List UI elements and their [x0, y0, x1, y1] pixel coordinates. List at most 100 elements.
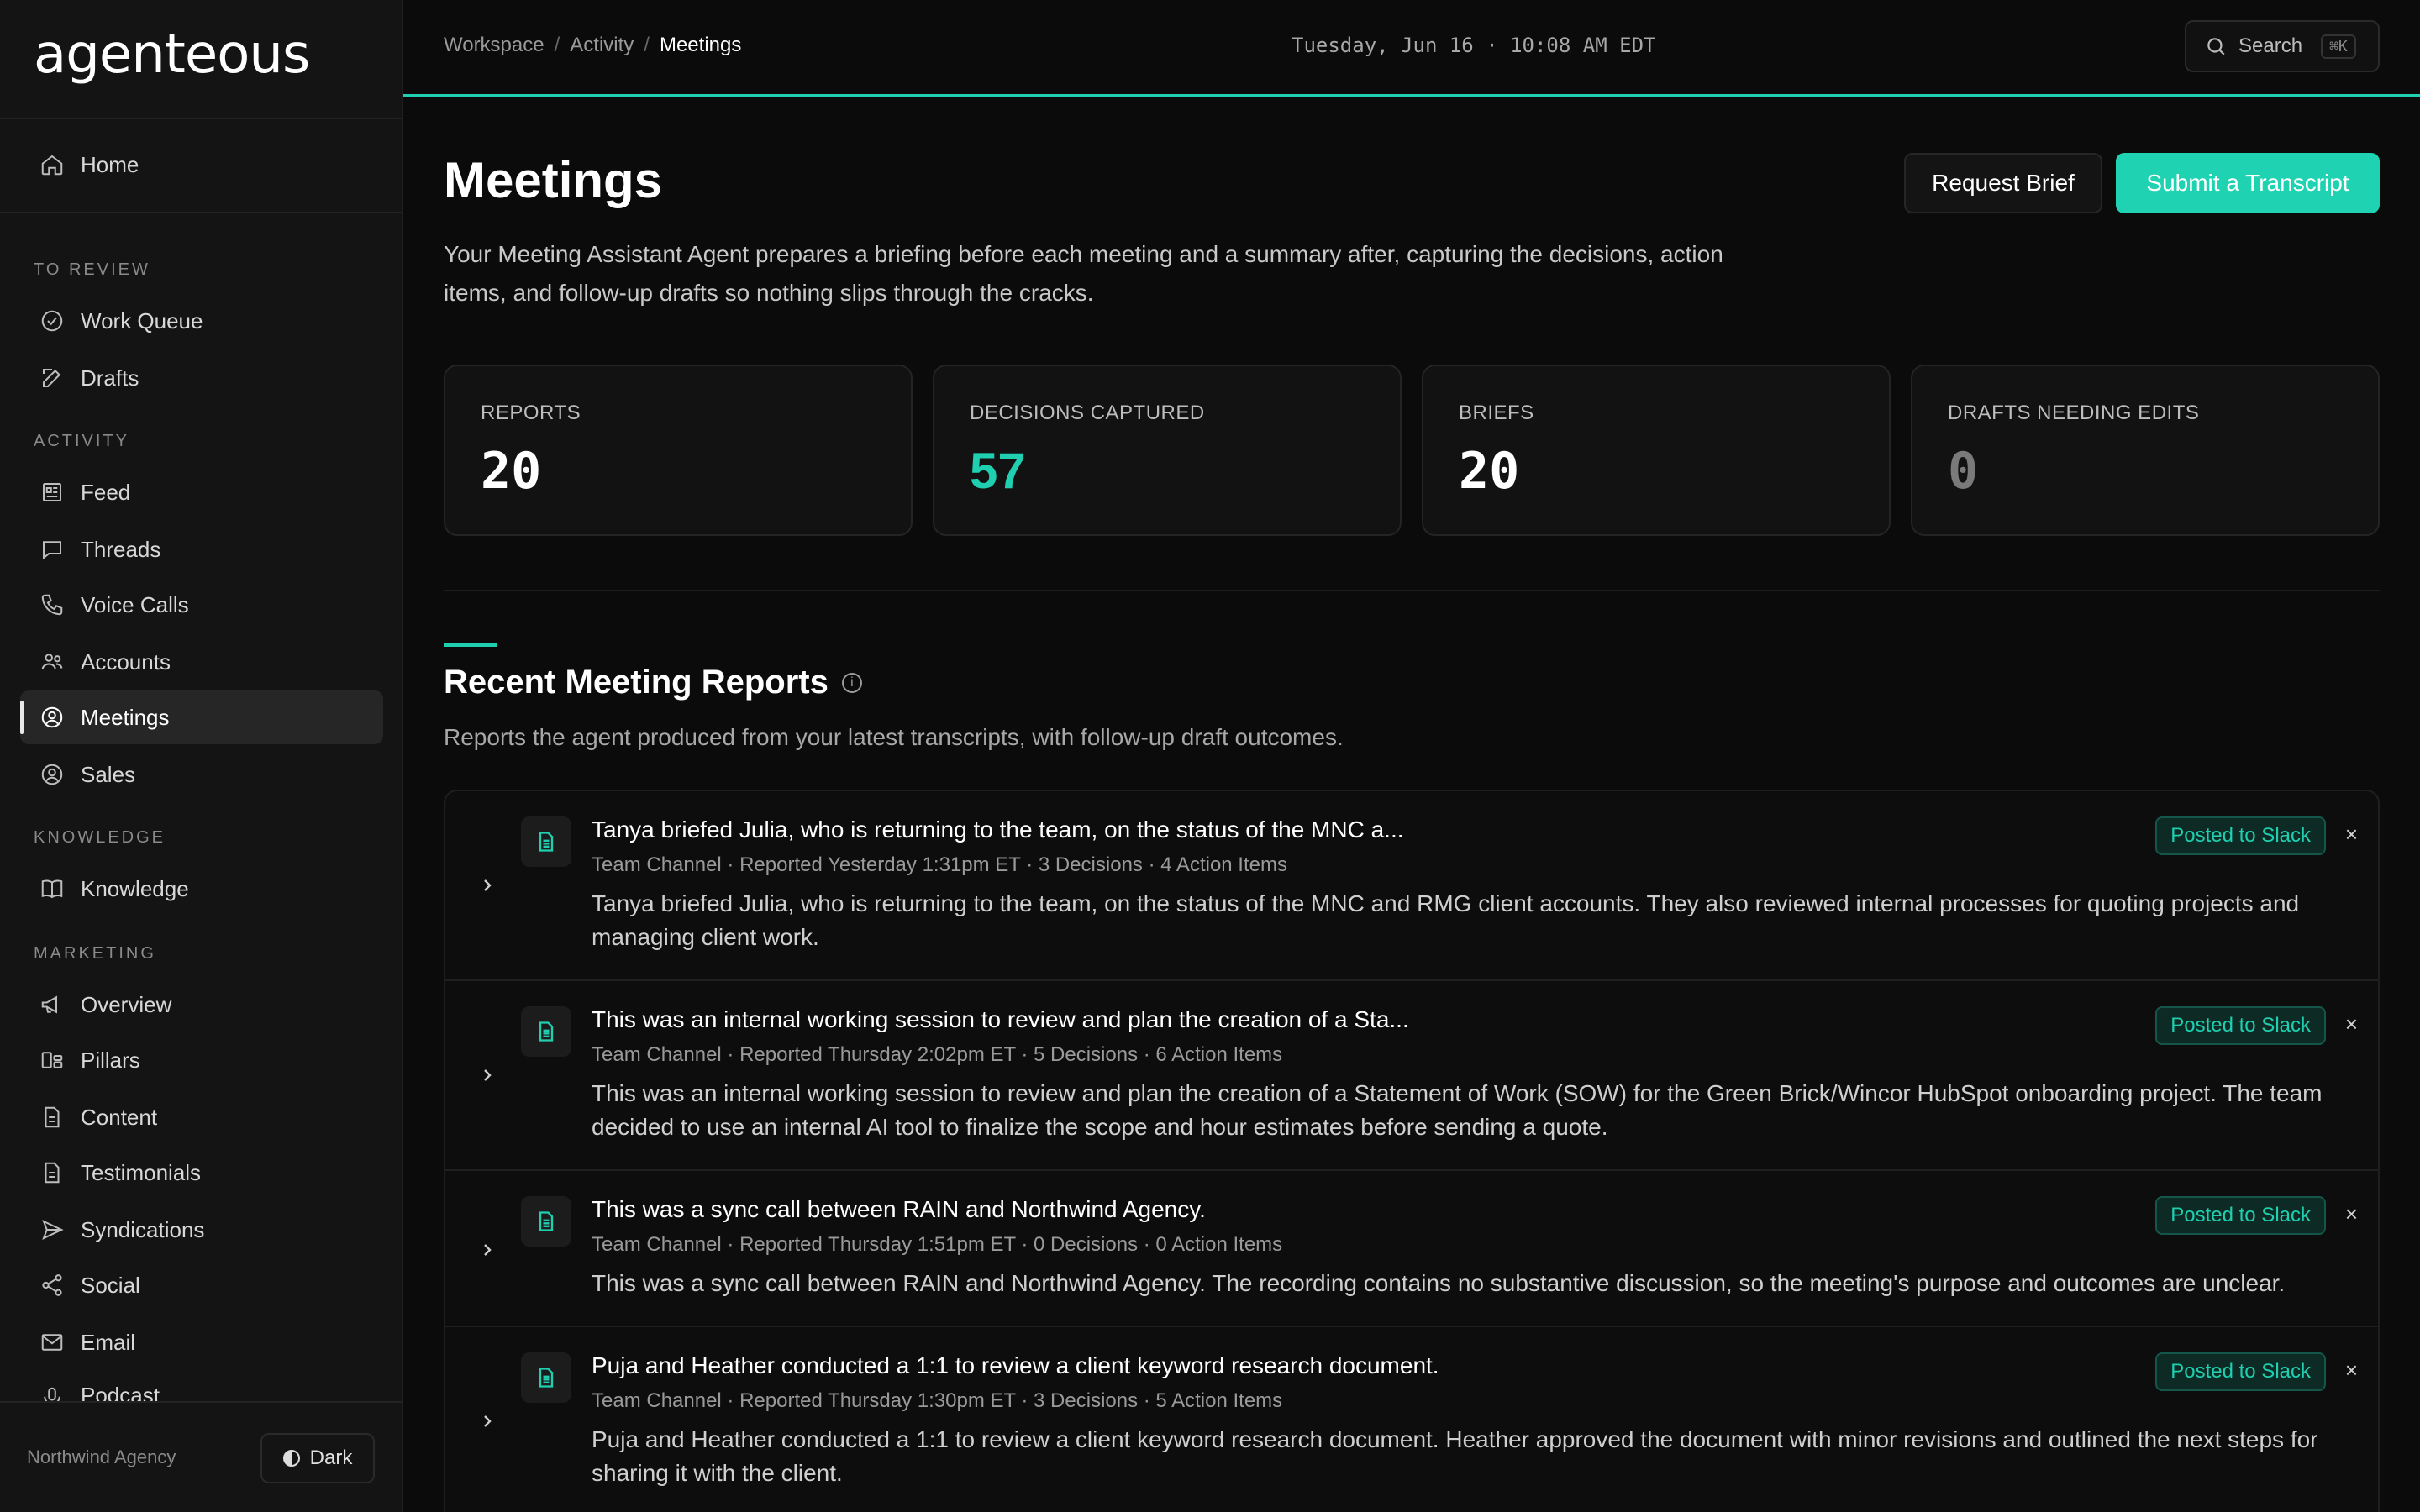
chevron-right-icon[interactable]	[477, 1240, 497, 1260]
sidebar-item-meetings[interactable]: Meetings	[20, 690, 383, 744]
sidebar-item-email[interactable]: Email	[20, 1315, 383, 1369]
sidebar-item-overview[interactable]: Overview	[20, 978, 383, 1032]
submit-transcript-button[interactable]: Submit a Transcript	[2116, 153, 2380, 213]
search-label: Search	[2238, 34, 2303, 57]
sidebar-item-social[interactable]: Social	[20, 1258, 383, 1312]
theme-toggle-button[interactable]: Dark	[260, 1433, 375, 1483]
sidebar-item-drafts[interactable]: Drafts	[20, 351, 383, 405]
report-title[interactable]: Puja and Heather conducted a 1:1 to revi…	[592, 1352, 1439, 1379]
breadcrumb-activity[interactable]: Activity	[570, 34, 634, 57]
breadcrumb-current: Meetings	[659, 34, 742, 56]
sidebar-item-testimonials[interactable]: Testimonials	[20, 1146, 383, 1200]
chevron-right-icon[interactable]	[477, 1065, 497, 1085]
sidebar-item-podcast[interactable]: Podcast	[20, 1371, 383, 1401]
stat-label: DECISIONS CAPTURED	[970, 402, 1205, 424]
sidebar-divider	[0, 212, 403, 213]
sidebar-item-label: Voice Calls	[81, 591, 189, 617]
chevron-right-icon[interactable]	[477, 1411, 497, 1431]
sidebar-divider	[0, 118, 403, 119]
stat-card-decisions: DECISIONS CAPTURED 57	[933, 365, 1402, 536]
sidebar-item-label: Sales	[81, 761, 136, 787]
dismiss-button[interactable]: ×	[2345, 1357, 2358, 1383]
sidebar-item-label: Overview	[81, 991, 172, 1017]
sidebar-item-pillars[interactable]: Pillars	[20, 1033, 383, 1087]
page-title: Meetings	[444, 152, 663, 208]
breadcrumb: Workspace / Activity / Meetings	[444, 34, 741, 57]
current-datetime: Tuesday, Jun 16 · 10:08 AM EDT	[1292, 34, 1656, 57]
sidebar-item-home[interactable]: Home	[20, 138, 383, 192]
sidebar-item-knowledge[interactable]: Knowledge	[20, 862, 383, 916]
request-brief-button[interactable]: Request Brief	[1904, 153, 2102, 213]
document-icon	[37, 1102, 67, 1132]
document-icon	[521, 1006, 571, 1057]
report-row[interactable]: This was an internal working session to …	[445, 981, 2378, 1171]
search-shortcut: ⌘K	[2321, 34, 2356, 59]
book-icon	[37, 874, 67, 904]
sidebar-item-label: Podcast	[81, 1383, 160, 1401]
sidebar-item-voice-calls[interactable]: Voice Calls	[20, 578, 383, 632]
stat-card-drafts-needing-edits: DRAFTS NEEDING EDITS 0	[1911, 365, 2380, 536]
contrast-icon	[282, 1450, 300, 1467]
breadcrumb-workspace[interactable]: Workspace	[444, 34, 544, 57]
stat-label: REPORTS	[481, 402, 581, 424]
info-icon[interactable]: i	[841, 672, 862, 693]
sidebar-item-label: Testimonials	[81, 1159, 202, 1185]
report-summary: This was a sync call between RAIN and No…	[592, 1270, 2286, 1296]
sidebar-item-work-queue[interactable]: Work Queue	[20, 294, 383, 348]
sidebar-item-syndications[interactable]: Syndications	[20, 1203, 383, 1257]
dismiss-button[interactable]: ×	[2345, 1011, 2358, 1037]
app-logo[interactable]: agenteous	[34, 24, 310, 91]
chevron-right-icon[interactable]	[477, 875, 497, 895]
user-circle-icon	[37, 759, 67, 790]
document-icon	[521, 1196, 571, 1247]
sidebar-item-sales[interactable]: Sales	[20, 748, 383, 801]
home-icon	[37, 150, 67, 180]
stat-value: 20	[481, 442, 542, 501]
sidebar-item-label: Email	[81, 1329, 136, 1355]
theme-toggle-label: Dark	[309, 1446, 353, 1469]
section-accent-bar	[444, 643, 497, 647]
section-title-text: Recent Meeting Reports	[444, 664, 829, 701]
stat-value: 20	[1459, 442, 1520, 501]
sidebar-item-accounts[interactable]: Accounts	[20, 635, 383, 689]
sidebar: agenteous Home TO REVIEW Work Queue Draf…	[0, 0, 403, 1512]
report-title[interactable]: This was an internal working session to …	[592, 1006, 1409, 1033]
status-badge: Posted to Slack	[2155, 1006, 2326, 1045]
report-row[interactable]: Puja and Heather conducted a 1:1 to revi…	[445, 1327, 2378, 1512]
sidebar-item-label: Content	[81, 1104, 158, 1130]
sidebar-item-label: Syndications	[81, 1216, 205, 1242]
section-description: Reports the agent produced from your lat…	[444, 724, 1344, 750]
users-icon	[37, 647, 67, 677]
sidebar-item-label: Work Queue	[81, 307, 203, 333]
report-row[interactable]: Tanya briefed Julia, who is returning to…	[445, 791, 2378, 981]
edit-icon	[37, 363, 67, 393]
report-title[interactable]: This was a sync call between RAIN and No…	[592, 1196, 1206, 1223]
sidebar-item-label: Pillars	[81, 1047, 140, 1073]
section-label-knowledge: KNOWLEDGE	[34, 828, 166, 847]
sidebar-item-label: Drafts	[81, 365, 139, 391]
search-button[interactable]: Search ⌘K	[2185, 20, 2380, 72]
document-icon	[521, 1352, 571, 1403]
report-meta: Team Channel · Reported Thursday 1:51pm …	[592, 1233, 1283, 1256]
newspaper-icon	[37, 477, 67, 507]
dismiss-button[interactable]: ×	[2345, 1201, 2358, 1227]
megaphone-icon	[37, 990, 67, 1020]
sidebar-item-label: Home	[81, 151, 139, 177]
sidebar-item-label: Meetings	[81, 704, 170, 730]
document-icon	[37, 1158, 67, 1188]
stat-label: BRIEFS	[1459, 402, 1534, 424]
topbar-accent-line	[403, 94, 2420, 97]
send-icon	[37, 1215, 67, 1245]
sidebar-item-feed[interactable]: Feed	[20, 465, 383, 519]
report-row[interactable]: This was a sync call between RAIN and No…	[445, 1171, 2378, 1327]
report-summary: Puja and Heather conducted a 1:1 to revi…	[592, 1426, 2318, 1486]
report-title[interactable]: Tanya briefed Julia, who is returning to…	[592, 816, 1404, 843]
page-description: Your Meeting Assistant Agent prepares a …	[444, 241, 1723, 306]
stat-value: 57	[970, 443, 1026, 499]
stat-value: 0	[1948, 442, 1979, 501]
dismiss-button[interactable]: ×	[2345, 822, 2358, 848]
sidebar-item-content[interactable]: Content	[20, 1090, 383, 1144]
section-label-marketing: MARKETING	[34, 944, 156, 963]
sidebar-item-threads[interactable]: Threads	[20, 522, 383, 576]
phone-icon	[37, 590, 67, 620]
